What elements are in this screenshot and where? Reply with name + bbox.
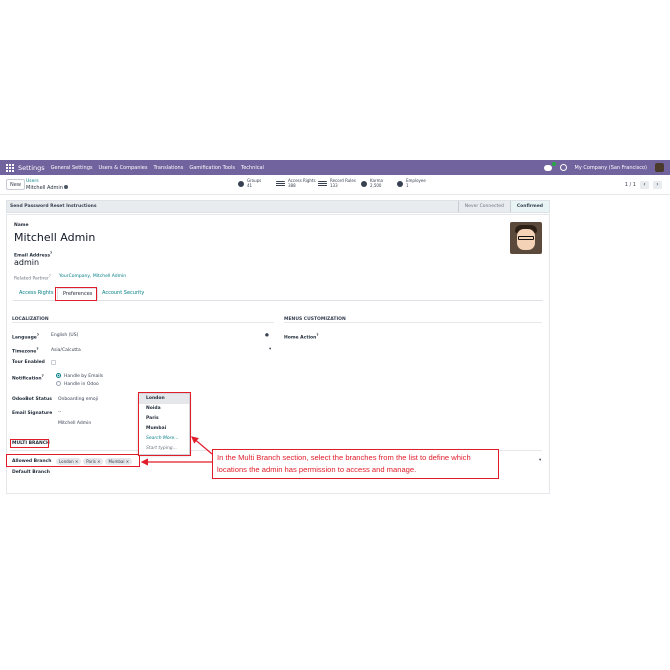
menu-users-companies[interactable]: Users & Companies — [98, 165, 147, 171]
notification-option-odoo[interactable]: Handle in Odoo — [56, 381, 99, 387]
breadcrumb: Users Mitchell Admin — [26, 179, 68, 191]
chat-icon[interactable] — [543, 161, 556, 171]
language-field[interactable]: English (US) — [51, 333, 78, 338]
company-switcher[interactable]: My Company (San Francisco) — [575, 165, 648, 171]
app-title[interactable]: Settings — [18, 164, 45, 172]
status-bar: Send Password Reset Instructions Never C… — [6, 200, 550, 213]
notification-label: Notification? — [12, 374, 44, 382]
home-action-label: Home Action? — [284, 333, 319, 341]
annotation-callout: In the Multi Branch section, select the … — [212, 449, 499, 479]
allowed-branch-highlight-box — [6, 454, 140, 467]
odoobot-status-label: OdooBot Status — [12, 397, 52, 402]
email-signature-line-2[interactable]: Mitchell Admin — [58, 421, 91, 426]
stage-confirmed[interactable]: Confirmed — [509, 201, 549, 212]
related-partner-link[interactable]: YourCompany, Mitchell Admin — [59, 274, 126, 279]
language-label: Language? — [12, 333, 40, 341]
stage-never-connected[interactable]: Never Connected — [457, 201, 510, 212]
list-icon — [318, 180, 327, 187]
menu-general-settings[interactable]: General Settings — [51, 165, 93, 171]
users-icon — [238, 180, 244, 187]
dropdown-highlight-box — [138, 392, 191, 456]
notification-option-emails[interactable]: Handle by Emails — [56, 373, 103, 379]
users-icon — [397, 180, 403, 187]
timezone-field[interactable]: Asia/Calcutta — [51, 348, 81, 353]
stat-groups[interactable]: Groups 41 — [238, 178, 261, 188]
stat-access-rights[interactable]: Access Rights 388 — [276, 178, 316, 188]
stat-karma[interactable]: Karma 2,500 — [361, 178, 383, 188]
list-icon — [276, 180, 285, 187]
gear-icon[interactable] — [63, 184, 68, 189]
tab-account-security[interactable]: Account Security — [102, 290, 144, 296]
pager-next-icon[interactable]: › — [653, 181, 662, 189]
related-partner-label: Related Partner? — [14, 274, 51, 282]
user-avatar[interactable] — [655, 163, 664, 172]
preferences-highlight-box — [55, 287, 97, 301]
pager-value[interactable]: 1 / 1 — [625, 182, 636, 188]
odoobot-status-field[interactable]: Onboarding emoji — [58, 397, 98, 402]
apps-menu-icon[interactable] — [6, 163, 14, 172]
karma-icon — [361, 180, 367, 187]
localization-title: LOCALIZATION — [12, 317, 274, 323]
email-signature-line-1[interactable]: -- — [58, 410, 61, 415]
stat-record-rules[interactable]: Record Rules 133 — [318, 178, 356, 188]
send-password-reset-button[interactable]: Send Password Reset Instructions — [7, 201, 100, 212]
top-navbar: Settings General Settings Users & Compan… — [0, 160, 670, 175]
default-branch-label: Default Branch — [12, 470, 51, 475]
name-label: Name — [14, 223, 29, 228]
user-photo-avatar[interactable] — [510, 222, 542, 254]
pager: 1 / 1 ‹ › — [625, 181, 662, 189]
email-field[interactable]: admin — [14, 258, 39, 267]
menu-technical[interactable]: Technical — [241, 165, 264, 171]
pager-previous-icon[interactable]: ‹ — [640, 181, 649, 189]
tab-access-rights[interactable]: Access Rights — [19, 290, 53, 296]
language-globe-icon[interactable]: ● — [265, 333, 269, 338]
timezone-label: Timezone? — [12, 347, 39, 355]
stat-employee[interactable]: Employee 1 — [397, 178, 426, 188]
menu-translations[interactable]: Translations — [153, 165, 183, 171]
tour-enabled-label: Tour Enabled — [12, 360, 45, 365]
email-signature-label: Email Signature — [12, 411, 53, 416]
allowed-branch-caret-icon[interactable]: ▾ — [539, 458, 541, 463]
control-panel: New Users Mitchell Admin Groups 41 Access… — [0, 175, 670, 195]
activity-clock-icon[interactable] — [559, 164, 567, 171]
multi-branch-highlight-box — [10, 439, 49, 448]
menu-gamification-tools[interactable]: Gamification Tools — [189, 165, 235, 171]
breadcrumb-current: Mitchell Admin — [26, 184, 63, 191]
name-field[interactable]: Mitchell Admin — [14, 231, 95, 244]
timezone-caret-icon[interactable]: ▾ — [269, 347, 271, 352]
menus-customization-title: MENUS CUSTOMIZATION — [284, 317, 542, 323]
tour-enabled-checkbox[interactable] — [51, 360, 56, 365]
new-button[interactable]: New — [6, 179, 25, 190]
